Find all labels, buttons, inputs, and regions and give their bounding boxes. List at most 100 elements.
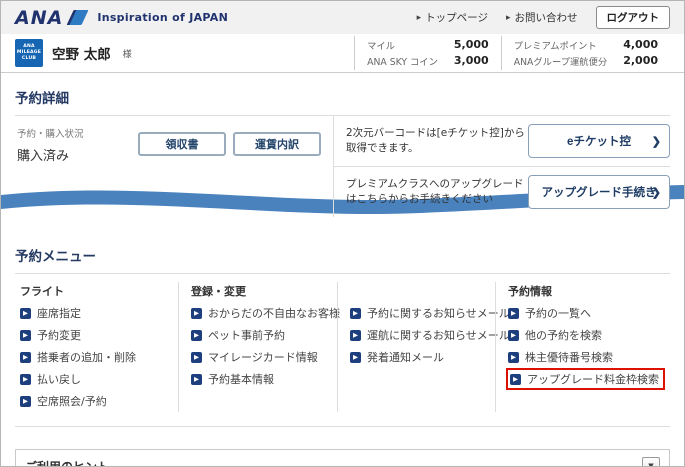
menu-column-mail: ▶予約に関するお知らせメール▶運航に関するお知らせメール ▶発着通知メール <box>337 282 495 412</box>
fare-breakdown-button[interactable]: 運賃内訳 <box>233 132 321 156</box>
menu-item-wrap: ▶発着通知メール <box>350 349 444 365</box>
menu-item[interactable]: ▶ 搭乗者の追加・削除 <box>20 346 168 368</box>
upgrade-button[interactable]: アップグレード手続き ❯ <box>528 175 670 209</box>
menu-item[interactable]: ▶発着通知メール <box>350 346 485 368</box>
menu-item-label: 払い戻し <box>37 371 81 387</box>
reservation-detail-section: 予約・購入状況 購入済み 領収書 運賃内訳 2次元バーコードは[eチケット控]か… <box>15 116 670 217</box>
upgrade-button-label: アップグレード手続き <box>542 184 657 200</box>
reservation-menu-title: 予約メニュー <box>15 245 670 274</box>
menu-item[interactable]: ▶予約基本情報 <box>191 368 327 390</box>
play-arrow-icon: ▶ <box>20 308 31 319</box>
menu-item[interactable]: ▶予約変更 <box>20 324 168 346</box>
menu-item-wrap: ▶ 座席指定 <box>20 305 81 321</box>
reservation-menu: フライト ▶座席指定▶予約変更▶搭乗者の追加・削除▶払い戻し▶空席照会/予約 登… <box>15 274 670 427</box>
menu-item-label: 空席照会/予約 <box>37 393 107 409</box>
play-arrow-icon: ▶ <box>350 330 361 341</box>
stat-label: ANAグループ運航便分 <box>514 54 608 68</box>
menu-item-label: ペット事前予約 <box>208 327 285 343</box>
chevron-right-icon: ❯ <box>652 186 661 199</box>
mileage-stats: マイル 5,000 ANA SKY コイン 3,000 プレミアムポイント 4,… <box>354 36 670 70</box>
bullet-arrow-icon: ▸ <box>417 13 422 23</box>
main-content: 予約詳細 予約・購入状況 購入済み 領収書 運賃内訳 2次元バーコードは[eチケ… <box>1 87 684 467</box>
member-honorific: 様 <box>123 47 132 60</box>
menu-item-label: おからだの不自由なお客様 <box>208 305 340 321</box>
menu-column-header <box>350 282 485 302</box>
menu-item[interactable]: ▶予約に関するお知らせメール <box>350 302 485 324</box>
menu-item-wrap: ▶予約の一覧へ <box>508 305 591 321</box>
play-arrow-icon: ▶ <box>508 308 519 319</box>
contact-link-label: お問い合わせ <box>515 10 578 25</box>
usage-hints-bar: ご利用のヒント ▼ <box>15 449 670 467</box>
menu-item-label: マイレージカード情報 <box>208 349 318 365</box>
play-arrow-icon: ▶ <box>191 308 202 319</box>
menu-list: ▶おからだの不自由なお客様▶ペット事前予約▶マイレージカード情報▶予約基本情報 <box>191 302 327 390</box>
play-arrow-icon: ▶ <box>191 352 202 363</box>
status-label: 予約・購入状況 <box>17 126 84 140</box>
top-links: ▸ トップページ ▸ お問い合わせ ログアウト <box>417 6 670 29</box>
play-arrow-icon: ▶ <box>350 352 361 363</box>
menu-item-wrap: ▶ 予約に関するお知らせメール <box>350 305 510 321</box>
stat-value: 4,000 <box>623 38 658 52</box>
receipt-button[interactable]: 領収書 <box>138 132 226 156</box>
menu-item[interactable]: ▶ アップグレード料金枠検索 <box>508 368 665 390</box>
menu-item-label: アップグレード料金枠検索 <box>527 371 659 387</box>
stat-label: マイル <box>367 38 438 52</box>
upgrade-row: プレミアムクラスへのアップグレードはこちらからお手続きください アップグレード手… <box>334 167 670 217</box>
usage-hints-title: ご利用のヒント <box>25 458 109 467</box>
menu-item-wrap: ▶ 払い戻し <box>20 371 81 387</box>
play-arrow-icon: ▶ <box>191 374 202 385</box>
menu-column-register: 登録・変更 ▶おからだの不自由なお客様▶ペット事前予約▶マイレージカード情報▶予… <box>178 282 337 412</box>
menu-list: ▶予約の一覧へ▶他の予約を検索▶株主優待番号検索▶アップグレード料金枠検索 <box>508 302 665 390</box>
eticket-button-label: eチケット控 <box>567 133 631 149</box>
menu-item[interactable]: ▶ ペット事前予約 <box>191 324 327 346</box>
upgrade-note: プレミアムクラスへのアップグレードはこちらからお手続きください <box>346 177 528 206</box>
logout-button[interactable]: ログアウト <box>596 6 671 29</box>
menu-item[interactable]: ▶空席照会/予約 <box>20 390 168 412</box>
play-arrow-icon: ▶ <box>191 330 202 341</box>
top-page-link[interactable]: ▸ トップページ <box>417 10 488 25</box>
status-text-block: 予約・購入状況 購入済み <box>17 126 84 217</box>
menu-item-wrap: ▶ 搭乗者の追加・削除 <box>20 349 136 365</box>
menu-item-wrap: ▶運航に関するお知らせメール <box>350 327 510 343</box>
menu-column-header: フライト <box>20 282 168 302</box>
menu-item[interactable]: ▶ 座席指定 <box>20 302 168 324</box>
member-identity: ANA MILEAGE CLUB 空野 太郎 様 <box>15 39 132 67</box>
menu-item-wrap: ▶空席照会/予約 <box>20 393 107 409</box>
contact-link[interactable]: ▸ お問い合わせ <box>506 10 578 25</box>
chevron-right-icon: ❯ <box>652 135 661 148</box>
menu-item[interactable]: ▶株主優待番号検索 <box>508 346 665 368</box>
menu-item-label: 他の予約を検索 <box>525 327 602 343</box>
menu-item[interactable]: ▶予約の一覧へ <box>508 302 665 324</box>
caret-down-icon: ▼ <box>648 462 653 467</box>
bullet-arrow-icon: ▸ <box>506 13 511 23</box>
play-arrow-icon: ▶ <box>20 352 31 363</box>
detail-actions-block: 2次元バーコードは[eチケット控]から取得できます。 eチケット控 ❯ プレミア… <box>333 116 670 217</box>
menu-item[interactable]: ▶ 払い戻し <box>20 368 168 390</box>
eticket-row: 2次元バーコードは[eチケット控]から取得できます。 eチケット控 ❯ <box>334 116 670 167</box>
eticket-button[interactable]: eチケット控 ❯ <box>528 124 670 158</box>
status-value: 購入済み <box>17 145 84 164</box>
amc-badge-line: CLUB <box>22 56 36 62</box>
menu-item-wrap: ▶ マイレージカード情報 <box>191 349 318 365</box>
menu-item[interactable]: ▶ 他の予約を検索 <box>508 324 665 346</box>
menu-item-wrap: ▶ ペット事前予約 <box>191 327 285 343</box>
play-arrow-icon: ▶ <box>20 374 31 385</box>
menu-item[interactable]: ▶運航に関するお知らせメール <box>350 324 485 346</box>
menu-item-label: 予約に関するお知らせメール <box>367 305 510 321</box>
menu-item-label: 搭乗者の追加・削除 <box>37 349 136 365</box>
menu-item-wrap: ▶ 他の予約を検索 <box>508 327 602 343</box>
menu-item[interactable]: ▶ マイレージカード情報 <box>191 346 327 368</box>
play-arrow-icon: ▶ <box>350 308 361 319</box>
menu-column-flight: フライト ▶ 座席指定 ▶予約変更 ▶ 搭乗者の追加・削除 ▶ 払い戻し ▶空席照会/予約 <box>15 282 178 412</box>
play-arrow-icon: ▶ <box>510 374 521 385</box>
menu-item-wrap: ▶株主優待番号検索 <box>508 349 613 365</box>
menu-item-label: 座席指定 <box>37 305 81 321</box>
stat-group-miles: マイル 5,000 ANA SKY コイン 3,000 <box>354 36 501 70</box>
menu-column-header: 予約情報 <box>508 282 665 302</box>
menu-item[interactable]: ▶おからだの不自由なお客様 <box>191 302 327 324</box>
play-arrow-icon: ▶ <box>508 330 519 341</box>
menu-column-reservation-info: 予約情報 ▶予約の一覧へ▶他の予約を検索▶株主優待番号検索▶アップグレード料金枠… <box>495 282 675 412</box>
menu-item-label: 予約変更 <box>37 327 81 343</box>
menu-column-header: 登録・変更 <box>191 282 327 302</box>
hints-expand-button[interactable]: ▼ <box>642 457 660 467</box>
